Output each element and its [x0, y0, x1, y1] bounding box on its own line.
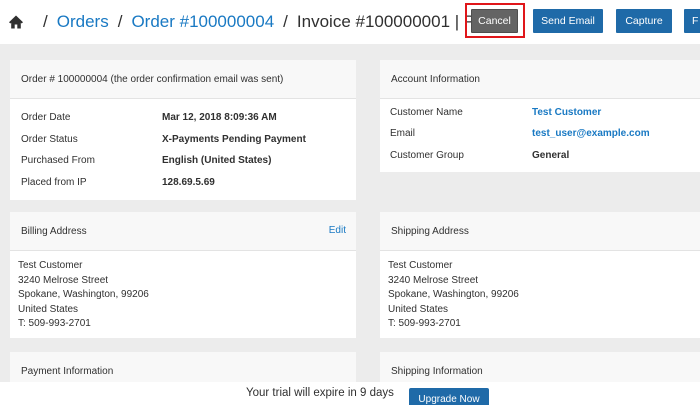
customer-group-value: General [532, 150, 570, 161]
billing-edit-link[interactable]: Edit [329, 225, 346, 236]
breadcrumb: / Orders / Order #100000004 / Invoice #1… [8, 10, 518, 34]
billing-address-title: Billing Address [10, 212, 356, 251]
upgrade-now-button[interactable]: Upgrade Now [409, 388, 489, 405]
trial-message: Your trial will expire in 9 days [246, 387, 394, 399]
home-icon[interactable] [8, 14, 24, 30]
cancel-button[interactable]: Cancel [471, 9, 518, 33]
shipping-address-title: Shipping Address [380, 212, 700, 251]
shipping-address-text: Test Customer 3240 Melrose Street Spokan… [388, 260, 519, 329]
purchased-from-label: Purchased From [21, 155, 95, 166]
shipping-address-panel: Shipping Address Test Customer 3240 Melr… [380, 212, 700, 338]
breadcrumb-separator: / [117, 12, 123, 31]
breadcrumb-order[interactable]: Order #100000004 [131, 12, 274, 32]
account-panel-title: Account Information [380, 60, 700, 99]
trial-bar: Your trial will expire in 9 days [0, 382, 700, 405]
order-panel-title: Order # 100000004 (the order confirmatio… [10, 60, 356, 99]
placed-from-ip-label: Placed from IP [21, 177, 87, 188]
email-link[interactable]: test_user@example.com [532, 128, 650, 139]
customer-name-link[interactable]: Test Customer [532, 107, 601, 118]
order-status-value: X-Payments Pending Payment [162, 134, 306, 145]
more-button[interactable]: F [684, 9, 700, 33]
order-date-value: Mar 12, 2018 8:09:36 AM [162, 112, 277, 123]
purchased-from-value: English (United States) [162, 155, 272, 166]
billing-address-panel: Billing Address Edit Test Customer 3240 … [10, 212, 356, 338]
customer-name-label: Customer Name [390, 107, 463, 118]
customer-group-label: Customer Group [390, 150, 464, 161]
order-panel: Order # 100000004 (the order confirmatio… [10, 60, 356, 200]
breadcrumb-separator: / [283, 12, 288, 31]
account-panel: Account Information Customer Name Test C… [380, 60, 700, 172]
order-date-label: Order Date [21, 112, 71, 123]
order-status-label: Order Status [21, 134, 78, 145]
billing-address-text: Test Customer 3240 Melrose Street Spokan… [18, 260, 149, 329]
page-header: / Orders / Order #100000004 / Invoice #1… [0, 0, 700, 44]
placed-from-ip-value: 128.69.5.69 [162, 177, 215, 188]
send-email-button[interactable]: Send Email [533, 9, 603, 33]
breadcrumb-orders[interactable]: Orders [57, 12, 109, 32]
breadcrumb-separator: / [43, 12, 48, 31]
capture-button[interactable]: Capture [616, 9, 672, 33]
email-label: Email [390, 128, 416, 139]
